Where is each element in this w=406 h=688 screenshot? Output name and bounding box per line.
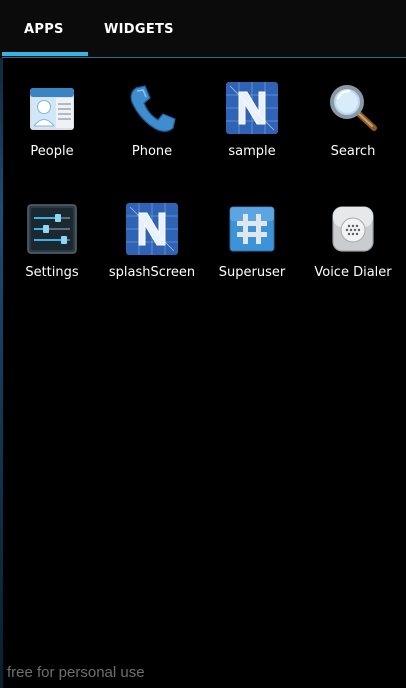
n-logo-icon bbox=[126, 203, 178, 255]
app-label: Settings bbox=[25, 265, 79, 280]
people-icon bbox=[30, 88, 74, 130]
app-label: Voice Dialer bbox=[314, 265, 392, 280]
app-label: People bbox=[30, 144, 74, 159]
sliders-icon bbox=[27, 204, 77, 254]
magnifier-icon bbox=[330, 85, 377, 131]
phone-icon bbox=[130, 85, 176, 132]
app-label: Search bbox=[330, 144, 376, 159]
n-logo-icon bbox=[226, 82, 278, 134]
hash-icon bbox=[229, 206, 275, 252]
tab-widgets[interactable]: WIDGETS bbox=[104, 22, 174, 42]
app-label: sample bbox=[228, 144, 276, 159]
app-label: splashScreen bbox=[108, 265, 196, 280]
app-label: Phone bbox=[131, 144, 173, 159]
tab-divider bbox=[2, 57, 406, 58]
watermark-text: free for personal use bbox=[7, 664, 145, 681]
app-label: Superuser bbox=[218, 265, 286, 280]
tab-selected-indicator bbox=[2, 52, 88, 56]
speaker-icon bbox=[332, 206, 374, 252]
tab-bar: APPS WIDGETS bbox=[0, 0, 406, 58]
left-edge-glow bbox=[0, 0, 3, 688]
tab-apps[interactable]: APPS bbox=[24, 22, 64, 42]
